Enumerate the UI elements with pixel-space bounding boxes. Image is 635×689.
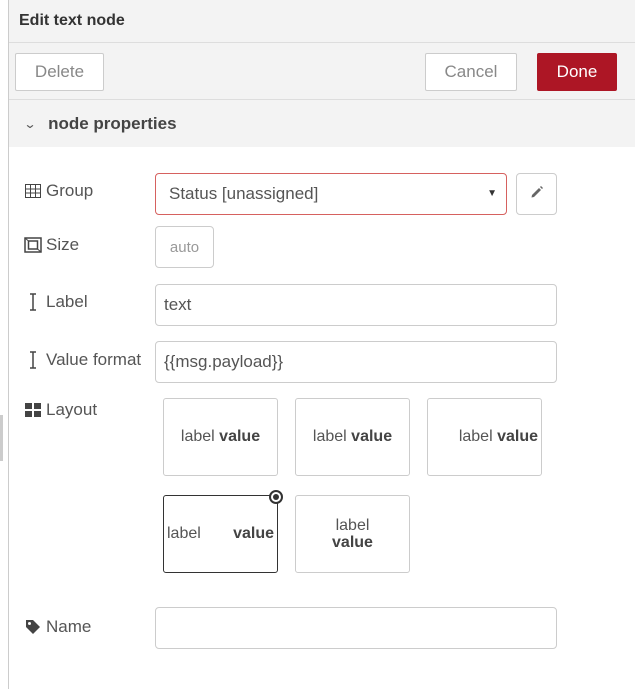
label-row: Label	[24, 292, 88, 312]
resize-icon	[24, 237, 42, 253]
layout-label-text: Layout	[46, 400, 98, 419]
layout-label: Layout	[24, 400, 97, 420]
cancel-button[interactable]: Cancel	[425, 53, 517, 91]
layout-option-row-center[interactable]: label value	[163, 398, 278, 476]
layout-option-label: label	[167, 525, 201, 542]
section-title: node properties	[48, 113, 177, 133]
layout-row: Layout	[24, 400, 97, 420]
resize-handle[interactable]	[0, 415, 3, 461]
layout-option-value: value	[332, 534, 373, 551]
group-select-value: Status [unassigned]	[169, 184, 319, 203]
edit-group-button[interactable]	[516, 173, 557, 215]
selected-radio-icon	[269, 490, 283, 504]
layout-option-label: label	[335, 517, 370, 534]
value-format-input[interactable]: {{msg.payload}}	[155, 341, 557, 383]
group-label-text: Group	[46, 181, 94, 200]
name-label: Name	[24, 617, 91, 637]
size-label: Size	[24, 235, 79, 255]
grid-icon	[24, 402, 42, 418]
layout-option-value: value	[233, 525, 274, 542]
size-button[interactable]: auto	[155, 226, 214, 268]
done-button[interactable]: Done	[537, 53, 617, 91]
layout-option-row-right[interactable]: label value	[427, 398, 542, 476]
dialog-header: Edit text node	[9, 0, 635, 43]
dialog-title: Edit text node	[19, 12, 125, 29]
label-input[interactable]: text	[155, 284, 557, 326]
name-input[interactable]	[155, 607, 557, 649]
layout-option-value: value	[497, 428, 538, 445]
group-label: Group	[24, 181, 93, 201]
tag-icon	[24, 619, 42, 635]
value-format-row: Value format	[24, 350, 141, 370]
value-format-label: Value format	[24, 350, 141, 370]
text-cursor-icon	[24, 351, 42, 369]
name-row: Name	[24, 617, 91, 637]
dialog-toolbar: Delete Cancel Done	[9, 43, 635, 100]
layout-option-label: label	[180, 428, 215, 445]
layout-option-column[interactable]: label value	[295, 495, 410, 573]
label-label: Label	[24, 292, 88, 312]
group-row: Group	[24, 181, 93, 201]
node-properties-section-header[interactable]: ⌄ node properties	[9, 100, 635, 147]
caret-down-icon: ▼	[487, 188, 497, 199]
delete-button[interactable]: Delete	[15, 53, 104, 91]
layout-option-label: label	[458, 428, 493, 445]
group-select[interactable]: Status [unassigned] ▼	[155, 173, 507, 215]
table-icon	[24, 183, 42, 199]
layout-option-row-center-2[interactable]: label value	[295, 398, 410, 476]
layout-option-value: value	[219, 428, 261, 445]
pencil-icon	[530, 185, 544, 204]
value-format-label-text: Value format	[46, 350, 142, 369]
size-row: Size	[24, 235, 79, 255]
label-label-text: Label	[46, 292, 88, 311]
layout-option-label: label	[312, 428, 347, 445]
layout-option-value: value	[351, 428, 393, 445]
name-label-text: Name	[46, 617, 92, 636]
text-cursor-icon	[24, 293, 42, 311]
layout-option-row-spread[interactable]: label value	[163, 490, 283, 573]
size-label-text: Size	[46, 235, 80, 254]
chevron-down-icon: ⌄	[23, 116, 37, 131]
